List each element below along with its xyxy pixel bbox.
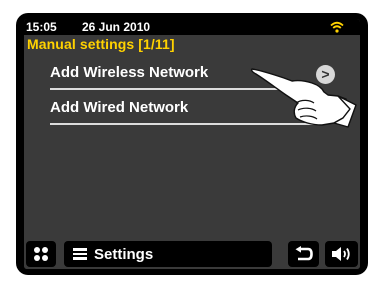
volume-button[interactable] — [325, 241, 358, 267]
page-title: Manual settings [1/11] — [27, 36, 175, 52]
clock-time: 15:05 — [26, 20, 57, 34]
clock-date: 26 Jun 2010 — [82, 20, 151, 34]
menu-item-label: Add Wireless Network — [50, 64, 209, 81]
pointing-hand-icon — [250, 68, 357, 128]
settings-label: Settings — [94, 246, 154, 263]
radio-device: 15:05 26 Jun 2010 Manual settings [1/11]… — [16, 13, 368, 275]
bottom-toolbar: Settings — [24, 238, 360, 269]
back-arrow-icon — [295, 246, 313, 261]
touch-screen: 15:05 26 Jun 2010 Manual settings [1/11]… — [24, 19, 360, 269]
wifi-icon — [330, 21, 344, 33]
back-button[interactable] — [288, 241, 319, 267]
status-bar: 15:05 26 Jun 2010 — [24, 19, 360, 35]
speaker-volume-icon — [332, 247, 350, 261]
menu-lines-icon — [73, 248, 87, 260]
home-grid-icon — [34, 247, 48, 261]
settings-menu-button[interactable]: Settings — [64, 241, 272, 267]
home-button[interactable] — [26, 241, 56, 267]
menu-item-label: Add Wired Network — [50, 99, 189, 116]
